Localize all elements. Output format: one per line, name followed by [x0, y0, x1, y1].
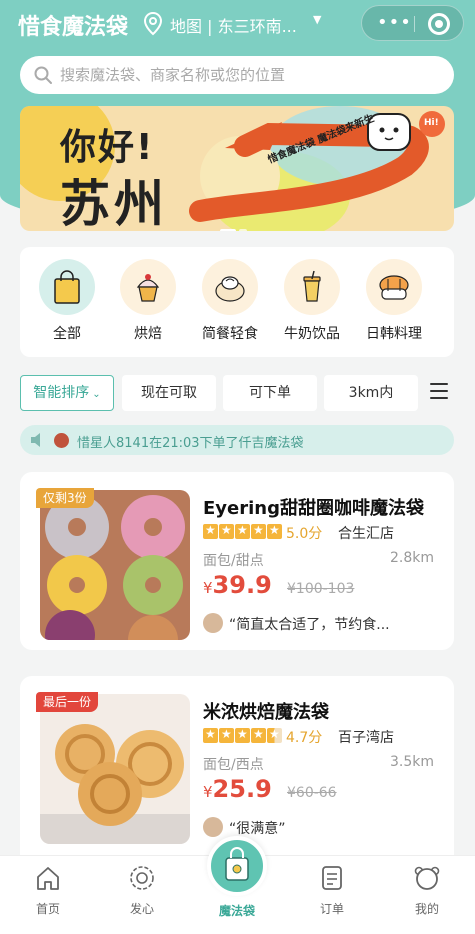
- carousel-dot-active: [220, 229, 236, 231]
- category-label: 牛奶饮品: [284, 326, 340, 342]
- search-bar[interactable]: [20, 56, 454, 94]
- category-bakery[interactable]: 烘焙: [108, 259, 188, 343]
- tab-profile[interactable]: 我的: [392, 864, 462, 917]
- filter-can-order[interactable]: 可下单: [223, 375, 317, 411]
- store-thumbnail: [40, 490, 190, 640]
- category-light-meal[interactable]: 简餐轻食: [190, 259, 270, 343]
- dumpling-icon: [215, 276, 245, 302]
- store-thumbnail: [40, 694, 190, 844]
- chevron-down-icon[interactable]: ▼: [313, 13, 321, 26]
- cupcake-icon: [136, 274, 160, 302]
- currency-symbol: ¥: [203, 579, 213, 597]
- banner-greeting: 你好!: [60, 127, 155, 168]
- currency-symbol: ¥: [203, 783, 213, 801]
- more-icon[interactable]: •••: [377, 14, 411, 32]
- order-list-icon: [322, 866, 342, 890]
- review-snippet: “很满意”: [229, 821, 286, 837]
- category-icon-wrap: [202, 259, 258, 315]
- store-card[interactable]: 仅剩3份 Eyering甜甜圈咖啡魔法袋 5.0分 合生汇店 面包/甜点 2.8…: [20, 472, 454, 650]
- close-target-icon[interactable]: [428, 13, 450, 35]
- speaker-icon: [31, 433, 40, 447]
- tab-label: 我的: [414, 902, 439, 916]
- store-branch: 合生汇店: [338, 526, 394, 542]
- bear-face-icon: [414, 866, 440, 890]
- tab-label: 魔法袋: [218, 904, 255, 918]
- home-icon: [37, 867, 59, 890]
- banner-city: 苏州: [60, 175, 168, 231]
- category-label: 日韩料理: [366, 326, 422, 342]
- tab-magic-bag[interactable]: 魔法袋: [202, 896, 272, 919]
- store-distance: 2.8km: [389, 550, 434, 566]
- menu-list-icon[interactable]: [430, 383, 448, 401]
- shopping-bag-icon: [54, 270, 80, 304]
- store-category: 面包/西点: [203, 757, 264, 773]
- price-value: 25.9: [212, 775, 272, 803]
- avatar: [203, 817, 223, 837]
- banner-hi-badge: Hi!: [424, 118, 439, 128]
- category-label: 全部: [53, 326, 81, 342]
- category-japanese-korean[interactable]: 日韩料理: [354, 259, 434, 343]
- capsule-divider: [414, 16, 415, 32]
- avatar: [54, 433, 69, 448]
- review-snippet: “简直太合适了，节约食...: [229, 617, 390, 633]
- category-grid: 全部 烘焙 简餐轻食 牛奶饮品 日韩料理: [20, 247, 454, 357]
- store-name: 米浓烘焙魔法袋: [203, 702, 329, 723]
- avatar: [203, 613, 223, 633]
- store-branch: 百子湾店: [338, 730, 394, 746]
- tab-label: 订单: [319, 902, 344, 916]
- sort-dropdown[interactable]: 智能排序 ⌄: [20, 375, 114, 411]
- star-rating: [203, 523, 283, 540]
- rating-score: 5.0分: [286, 526, 323, 542]
- sushi-icon: [379, 275, 409, 300]
- carousel-dot: [239, 229, 247, 231]
- tab-heart[interactable]: 发心: [107, 864, 177, 917]
- stock-badge: 仅剩3份: [36, 488, 94, 508]
- filter-bar: 智能排序 ⌄ 现在可取 可下单 3km内: [20, 375, 454, 411]
- filter-available-now[interactable]: 现在可取: [122, 375, 216, 411]
- carousel-indicator: [220, 218, 250, 231]
- drink-cup-icon: [303, 270, 321, 302]
- original-price: ¥60-66: [287, 785, 337, 801]
- app-title: 惜食魔法袋: [18, 15, 129, 40]
- tab-home[interactable]: 首页: [13, 864, 83, 917]
- rating-score: 4.7分: [286, 730, 323, 746]
- sort-label: 智能排序: [33, 385, 90, 401]
- category-icon-wrap: [120, 259, 176, 315]
- search-input[interactable]: [60, 56, 440, 94]
- store-distance: 3.5km: [389, 754, 434, 770]
- category-all[interactable]: 全部: [27, 259, 107, 343]
- category-icon-wrap: [366, 259, 422, 315]
- star-rating: [203, 727, 283, 744]
- category-label: 简餐轻食: [202, 326, 258, 342]
- tab-label: 首页: [35, 902, 60, 916]
- magic-bag-button[interactable]: [207, 836, 267, 896]
- mini-program-capsule: •••: [361, 5, 464, 41]
- original-price: ¥100-103: [287, 581, 355, 597]
- promo-banner[interactable]: 你好! 苏州 Hi! 惜食魔法袋 魔法袋来新生: [20, 106, 454, 231]
- search-icon: [34, 66, 52, 84]
- chevron-down-icon: ⌄: [92, 389, 101, 400]
- category-drinks[interactable]: 牛奶饮品: [272, 259, 352, 343]
- price: ¥25.9: [203, 775, 272, 803]
- category-icon-wrap: [39, 259, 95, 315]
- ticker-text: 惜星人8141在21:03下单了仟吉魔法袋: [77, 436, 304, 451]
- category-label: 烘焙: [134, 326, 162, 342]
- magic-bag-icon: [225, 847, 249, 881]
- price: ¥39.9: [203, 571, 272, 599]
- app-header: 惜食魔法袋 地图 | 东三环南... ▼ •••: [0, 0, 475, 48]
- tab-label: 发心: [129, 902, 154, 916]
- filter-distance[interactable]: 3km内: [324, 375, 418, 411]
- price-value: 39.9: [212, 571, 272, 599]
- location-selector[interactable]: 地图 | 东三环南...: [170, 13, 297, 37]
- map-pin-icon[interactable]: [142, 11, 164, 37]
- store-category: 面包/甜点: [203, 553, 264, 569]
- sunflower-icon: [130, 866, 154, 890]
- order-ticker: 惜星人8141在21:03下单了仟吉魔法袋: [20, 425, 454, 455]
- category-icon-wrap: [284, 259, 340, 315]
- stock-badge: 最后一份: [36, 692, 99, 712]
- store-name: Eyering甜甜圈咖啡魔法袋: [203, 498, 424, 519]
- tab-orders[interactable]: 订单: [297, 864, 367, 917]
